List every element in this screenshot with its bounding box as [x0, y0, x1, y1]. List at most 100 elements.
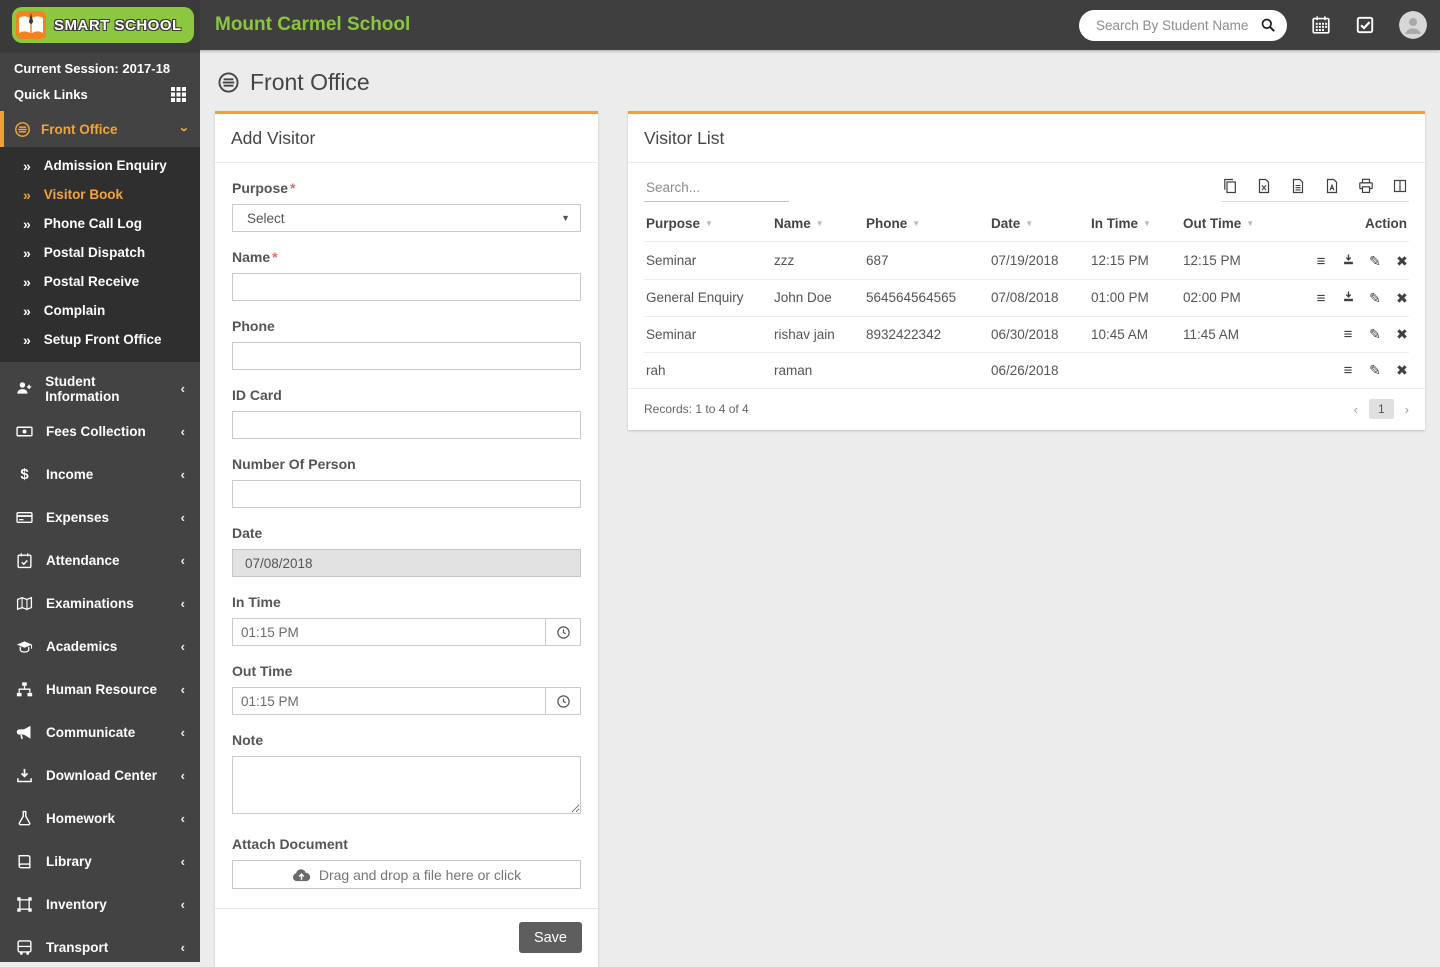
column-header-phone[interactable]: Phone▼: [864, 204, 989, 242]
current-session-label: Current Session: 2017-18: [14, 61, 186, 76]
tasks-icon[interactable]: [1355, 15, 1375, 35]
chevron-left-icon: ‹: [181, 854, 185, 869]
table-search-input[interactable]: [644, 176, 789, 202]
in-time-clock-icon[interactable]: [545, 618, 581, 646]
edit-action-icon[interactable]: ✎: [1368, 328, 1382, 342]
sidebar-subitem-phone-call-log[interactable]: »Phone Call Log: [0, 209, 200, 238]
note-label: Note: [232, 732, 581, 748]
details-action-icon[interactable]: ≡: [1341, 328, 1355, 342]
sort-caret-icon: ▼: [1143, 219, 1151, 228]
select-caret-icon: ▼: [561, 213, 570, 223]
delete-action-icon[interactable]: ✖: [1395, 364, 1409, 378]
in-time-input[interactable]: [232, 618, 545, 646]
number-of-person-input[interactable]: [232, 480, 581, 508]
out-time-input[interactable]: [232, 687, 545, 715]
download-action-icon[interactable]: [1341, 290, 1355, 304]
column-header-date[interactable]: Date▼: [989, 204, 1089, 242]
chevron-left-icon: ‹: [181, 553, 185, 568]
column-header-name[interactable]: Name▼: [772, 204, 864, 242]
logo-text: SMART SCHOOL: [54, 17, 182, 34]
double-arrow-icon: »: [23, 333, 31, 347]
file-dropzone[interactable]: Drag and drop a file here or click: [232, 860, 581, 889]
copy-export-icon[interactable]: [1222, 178, 1238, 194]
sidebar-item-communicate[interactable]: Communicate‹: [0, 711, 200, 754]
bus-icon: [16, 939, 33, 956]
sidebar-item-student-information[interactable]: Student Information‹: [0, 367, 200, 410]
name-label: Name*: [232, 249, 581, 265]
sidebar-item-inventory[interactable]: Inventory‹: [0, 883, 200, 926]
sidebar-subitem-postal-dispatch[interactable]: »Postal Dispatch: [0, 238, 200, 267]
save-button[interactable]: Save: [519, 922, 582, 953]
search-icon[interactable]: [1260, 17, 1276, 33]
sidebar-subitem-complain[interactable]: »Complain: [0, 296, 200, 325]
pdf-export-icon[interactable]: [1324, 178, 1340, 194]
cell-out-time: 02:00 PM: [1181, 279, 1291, 317]
edit-action-icon[interactable]: ✎: [1368, 292, 1382, 306]
sidebar-item-human-resource[interactable]: Human Resource‹: [0, 668, 200, 711]
pagination: ‹ 1 ›: [1354, 399, 1409, 419]
sidebar-item-library[interactable]: Library ‹: [0, 840, 200, 883]
excel-export-icon[interactable]: [1256, 178, 1272, 194]
sidebar-item-label: Fees Collection: [46, 424, 146, 439]
phone-input[interactable]: [232, 342, 581, 370]
out-time-label: Out Time: [232, 663, 581, 679]
sidebar-item-attendance[interactable]: Attendance‹: [0, 539, 200, 582]
print-export-icon[interactable]: [1358, 178, 1374, 194]
download-action-icon[interactable]: [1341, 252, 1355, 266]
sidebar-item-fees-collection[interactable]: Fees Collection‹: [0, 410, 200, 453]
sitemap-icon: [16, 681, 33, 698]
sidebar-item-label: Library: [46, 854, 92, 869]
sidebar-item-homework[interactable]: Homework‹: [0, 797, 200, 840]
user-avatar[interactable]: [1399, 11, 1427, 39]
cash-icon: [16, 423, 33, 440]
sidebar-item-academics[interactable]: Academics‹: [0, 625, 200, 668]
sidebar-item-download-center[interactable]: Download Center‹: [0, 754, 200, 797]
book-logo-icon: [15, 10, 47, 40]
details-action-icon[interactable]: ≡: [1341, 364, 1355, 378]
student-search-input[interactable]: [1094, 17, 1260, 34]
sidebar-menu: Student Information‹Fees Collection‹$Inc…: [0, 362, 200, 967]
visitor-list-title: Visitor List: [628, 114, 1425, 163]
map-book-icon: [16, 595, 33, 612]
details-action-icon[interactable]: ≡: [1314, 292, 1328, 306]
sidebar-item-expenses[interactable]: Expenses‹: [0, 496, 200, 539]
column-header-out-time[interactable]: Out Time▼: [1181, 204, 1291, 242]
quick-links[interactable]: Quick Links: [14, 87, 186, 102]
add-visitor-card: Add Visitor Purpose* Select ▼ Name* Phon…: [215, 111, 598, 967]
id-card-input[interactable]: [232, 411, 581, 439]
sidebar-subitem-setup-front-office[interactable]: »Setup Front Office: [0, 325, 200, 354]
cell-name: rishav jain: [772, 317, 864, 353]
next-page-icon[interactable]: ›: [1405, 402, 1409, 417]
table-row: rahraman06/26/2018≡✎✖: [644, 353, 1409, 389]
in-time-label: In Time: [232, 594, 581, 610]
edit-action-icon[interactable]: ✎: [1368, 254, 1382, 268]
columns-export-icon[interactable]: [1392, 178, 1408, 194]
details-action-icon[interactable]: ≡: [1314, 254, 1328, 268]
calendar-check-icon: [16, 552, 33, 569]
name-input[interactable]: [232, 273, 581, 301]
cell-purpose: rah: [644, 353, 772, 389]
sidebar-subitem-visitor-book[interactable]: »Visitor Book: [0, 180, 200, 209]
out-time-clock-icon[interactable]: [545, 687, 581, 715]
column-header-purpose[interactable]: Purpose▼: [644, 204, 772, 242]
calendar-icon[interactable]: [1311, 15, 1331, 35]
sidebar-subitem-postal-receive[interactable]: »Postal Receive: [0, 267, 200, 296]
column-header-in-time[interactable]: In Time▼: [1089, 204, 1181, 242]
purpose-select[interactable]: Select ▼: [232, 204, 581, 232]
delete-action-icon[interactable]: ✖: [1395, 292, 1409, 306]
page-number[interactable]: 1: [1369, 399, 1394, 419]
csv-export-icon[interactable]: [1290, 178, 1306, 194]
note-textarea[interactable]: [232, 756, 581, 814]
app-logo[interactable]: SMART SCHOOL: [0, 0, 200, 50]
sidebar-subitem-admission-enquiry[interactable]: »Admission Enquiry: [0, 151, 200, 180]
sidebar-item-income[interactable]: $Income‹: [0, 453, 200, 496]
grid-icon[interactable]: [171, 87, 186, 102]
sidebar-item-front-office[interactable]: Front Office ›: [0, 111, 200, 147]
chevron-left-icon: ‹: [181, 596, 185, 611]
delete-action-icon[interactable]: ✖: [1395, 254, 1409, 268]
delete-action-icon[interactable]: ✖: [1395, 328, 1409, 342]
sidebar-item-examinations[interactable]: Examinations‹: [0, 582, 200, 625]
prev-page-icon[interactable]: ‹: [1354, 402, 1358, 417]
edit-action-icon[interactable]: ✎: [1368, 364, 1382, 378]
sidebar-item-transport[interactable]: Transport‹: [0, 926, 200, 967]
